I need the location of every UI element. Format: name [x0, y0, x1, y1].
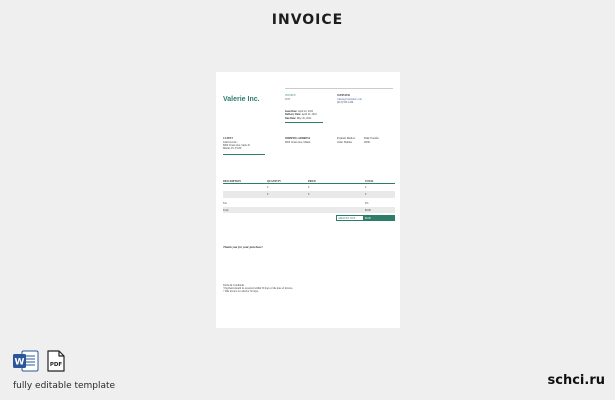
client-heading: CLIENT [223, 137, 233, 140]
due-date-row: Due Date: May 20, 2022 [285, 116, 312, 120]
invoice-document: Valerie Inc. INVOICE 1017 SUPPLIER valer… [216, 72, 400, 328]
total-row: Total $0.00 [223, 207, 395, 213]
invoice-dates: Issue Date: April 22, 2022 Delivery Date… [285, 110, 317, 120]
column-header: QUANTITY [267, 180, 281, 183]
table-cell: 0 [365, 186, 367, 189]
template-caption: fully editable template [13, 381, 116, 391]
table-cell: 0 [308, 186, 310, 189]
payment-method-value: Bank Transfer [364, 137, 379, 140]
table-cell: 0 [267, 193, 269, 196]
thank-you-note: Thank you for your purchase! [223, 245, 263, 249]
amount-due-label: AMOUNT DUE [338, 217, 356, 221]
shipping-heading: SHIPPING ADDRESS [285, 137, 311, 140]
company-name: Valerie Inc. [223, 96, 260, 103]
terms-line: • This invoice is valid for 30 days. [223, 290, 259, 293]
shipping-line: 8000 Ocean Ave, Miami [285, 141, 311, 144]
amount-due-value: $0.00 [365, 217, 371, 221]
dates-divider [285, 122, 323, 123]
supplier-phone: (212) 555-1234 [337, 101, 354, 104]
order-number-value: 00001 [364, 141, 371, 144]
brand-watermark: schci.ru [547, 373, 605, 388]
payment-method-label: Payment Method [337, 137, 355, 140]
page-heading: INVOICE [271, 12, 344, 28]
client-divider [223, 154, 265, 155]
invoice-number: 1017 [285, 97, 291, 101]
column-header: PRICE [308, 180, 317, 183]
pdf-icon: PDF [47, 350, 65, 372]
amount-due-box: AMOUNT DUE $0.00 [336, 215, 395, 221]
word-icon: W [13, 350, 39, 372]
total-label: Total [223, 208, 229, 212]
top-divider [285, 88, 393, 89]
tax-label: Tax [223, 201, 227, 205]
tax-value: 0% [365, 201, 369, 205]
column-header: DESCRIPTION [223, 180, 242, 183]
table-cell: 0 [308, 193, 310, 196]
table-cell: 0 [365, 193, 367, 196]
svg-text:W: W [15, 358, 25, 368]
table-row: 0 0 0 [223, 191, 395, 198]
amount-due-value-box: $0.00 [363, 216, 395, 221]
svg-text:PDF: PDF [50, 362, 63, 368]
client-line: Miami, FL 33139 [223, 147, 242, 150]
table-row: 0 0 0 [223, 184, 395, 191]
tax-row: Tax 0% [223, 200, 395, 206]
line-items-table: DESCRIPTION QUANTITY PRICE TOTAL 0 0 0 0… [223, 180, 395, 198]
order-number-label: Order Number [337, 141, 353, 144]
total-value: $0.00 [365, 208, 371, 212]
table-cell: 0 [267, 186, 269, 189]
format-icons: W PDF [13, 350, 69, 372]
column-header: TOTAL [365, 180, 374, 183]
